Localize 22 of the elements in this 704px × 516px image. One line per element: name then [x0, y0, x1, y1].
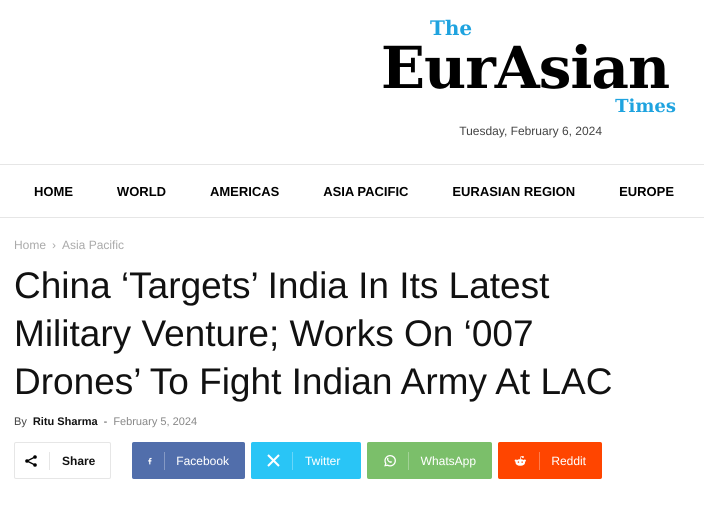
x-icon	[267, 454, 280, 467]
whatsapp-icon	[383, 453, 396, 468]
article-title: China ‘Targets’ India In Its Latest Military Venture; Works On ‘007 Drones’ To Fight Indian Army At LAC	[14, 264, 614, 404]
current-date: Tuesday, February 6, 2024	[459, 124, 602, 138]
byline-label: By	[14, 416, 27, 428]
publish-date: February 5, 2024	[113, 416, 198, 428]
breadcrumb-separator: ›	[52, 238, 56, 252]
nav-link[interactable]: HOME	[34, 184, 73, 198]
nav-link[interactable]: WORLD	[116, 184, 166, 198]
nav-link[interactable]: AMERICAS	[210, 184, 280, 198]
reddit-icon	[514, 454, 527, 468]
nav-link[interactable]: EURASIAN REGION	[452, 184, 576, 198]
logo-text: Times	[615, 98, 676, 116]
logo-text: EurAsian	[380, 38, 670, 98]
nav-link[interactable]: ASIA PACIFIC	[323, 184, 408, 198]
author-link[interactable]: Ritu Sharma	[32, 416, 98, 428]
share-label: Share	[14, 442, 111, 479]
byline-separator: -	[104, 416, 108, 428]
logo-text: The	[430, 18, 472, 38]
nav-link[interactable]: EUROPE	[619, 184, 674, 198]
share-icon	[25, 454, 37, 466]
share-button[interactable]: Facebook	[132, 442, 245, 479]
